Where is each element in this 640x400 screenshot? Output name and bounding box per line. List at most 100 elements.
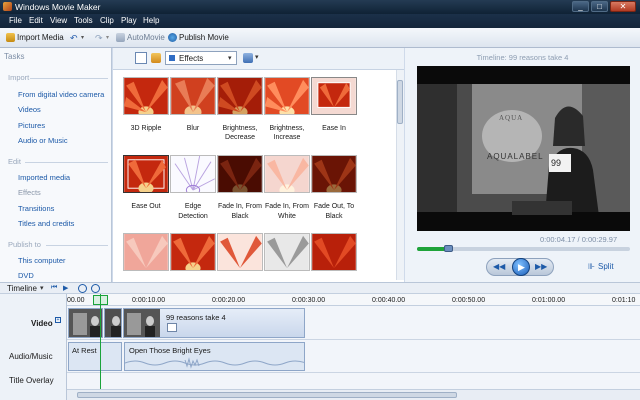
next-frame-icon[interactable]: ▶▶ bbox=[535, 262, 547, 271]
maximize-button[interactable]: □ bbox=[591, 1, 608, 12]
task-this-computer[interactable]: This computer bbox=[18, 256, 66, 265]
effect-thumb[interactable] bbox=[217, 233, 263, 271]
arrange-dropdown-icon[interactable]: ▾ bbox=[255, 53, 259, 61]
menu-file[interactable]: File bbox=[5, 14, 26, 28]
task-transitions[interactable]: Transitions bbox=[18, 204, 54, 213]
effect-thumb[interactable] bbox=[264, 233, 310, 271]
minimize-button[interactable]: _ bbox=[572, 1, 589, 12]
effect-thumb-fade-in-white[interactable] bbox=[264, 155, 310, 193]
zoom-out-icon[interactable] bbox=[91, 284, 100, 293]
split-button[interactable]: Split bbox=[598, 262, 614, 271]
effect-thumb-edge-detection[interactable] bbox=[170, 155, 216, 193]
ruler-tick: 0:00:10.00 bbox=[132, 297, 166, 304]
redo-icon[interactable]: ↷ bbox=[95, 33, 103, 43]
publish-movie-button[interactable]: Publish Movie bbox=[179, 33, 229, 43]
title-overlay-track[interactable] bbox=[67, 373, 640, 389]
undo-icon[interactable]: ↶ bbox=[70, 33, 78, 43]
task-effects[interactable]: Effects bbox=[18, 188, 41, 197]
toolbar: Import Media ↶ ▾ ↷ ▾ AutoMovie Publish M… bbox=[0, 28, 640, 48]
ruler-tick: 0:00:30.00 bbox=[292, 297, 326, 304]
task-from-camera[interactable]: From digital video camera bbox=[18, 90, 104, 99]
rewind-icon[interactable]: ⏮ bbox=[51, 284, 57, 292]
menu-view[interactable]: View bbox=[46, 14, 71, 28]
effect-thumb[interactable] bbox=[123, 233, 169, 271]
effect-thumb-3d-ripple[interactable] bbox=[123, 77, 169, 115]
effects-icon bbox=[169, 55, 175, 61]
zoom-in-icon[interactable] bbox=[78, 284, 87, 293]
chevron-down-icon: ▾ bbox=[228, 55, 232, 62]
play-timeline-icon[interactable]: ▶ bbox=[63, 284, 68, 292]
effect-thumb-ease-in[interactable] bbox=[311, 77, 357, 115]
video-preview: AQUA AQUALABEL 99 bbox=[417, 66, 630, 231]
task-audio-music[interactable]: Audio or Music bbox=[18, 136, 68, 145]
playhead[interactable] bbox=[100, 294, 101, 389]
collection-dropdown[interactable]: Effects ▾ bbox=[165, 51, 237, 65]
seek-handle[interactable] bbox=[444, 245, 453, 252]
audio-clip[interactable]: Open Those Bright Eyes bbox=[124, 342, 305, 371]
effect-thumb-fade-in-black[interactable] bbox=[217, 155, 263, 193]
dropdown-value: Effects bbox=[179, 54, 204, 63]
previous-frame-icon[interactable]: ◀◀ bbox=[493, 262, 505, 271]
view-thumbnails-icon[interactable] bbox=[135, 52, 147, 64]
effect-thumb[interactable] bbox=[170, 233, 216, 271]
task-imported-media[interactable]: Imported media bbox=[18, 173, 70, 182]
automovie-button[interactable]: AutoMovie bbox=[127, 33, 165, 43]
effects-scrollbar-thumb[interactable] bbox=[397, 80, 403, 124]
effect-thumb-brightness-decrease[interactable] bbox=[217, 77, 263, 115]
effect-label: Fade In, From bbox=[218, 203, 262, 210]
task-titles-credits[interactable]: Titles and credits bbox=[18, 219, 74, 228]
undo-dropdown-icon[interactable]: ▾ bbox=[81, 33, 84, 43]
app-icon bbox=[3, 2, 12, 11]
menu-help[interactable]: Help bbox=[139, 14, 163, 28]
menu-edit[interactable]: Edit bbox=[25, 14, 47, 28]
video-logo-text: AQUA bbox=[499, 114, 524, 122]
timeline-scrollbar-thumb[interactable] bbox=[77, 392, 457, 398]
effect-label: Black bbox=[231, 213, 249, 220]
tasks-header: Tasks bbox=[4, 52, 25, 61]
effect-label: Blur bbox=[186, 125, 200, 132]
preview-title: Timeline: 99 reasons take 4 bbox=[476, 53, 569, 62]
video-card-text: 99 bbox=[551, 158, 562, 168]
play-icon: ▶ bbox=[518, 262, 525, 272]
ruler-tick: 0:00:40.00 bbox=[372, 297, 406, 304]
section-import: Import bbox=[8, 73, 30, 82]
task-pictures[interactable]: Pictures bbox=[18, 121, 45, 130]
video-clip[interactable] bbox=[68, 308, 103, 338]
redo-dropdown-icon[interactable]: ▾ bbox=[106, 33, 109, 43]
effect-thumb-blur[interactable] bbox=[170, 77, 216, 115]
close-button[interactable]: ✕ bbox=[610, 1, 636, 12]
ruler-tick: 00.00 bbox=[67, 297, 85, 304]
audio-track-label: Audio/Music bbox=[9, 352, 53, 361]
video-logo-text: AQUALABEL bbox=[487, 152, 544, 161]
divider bbox=[46, 245, 108, 246]
effect-label: Brightness, bbox=[269, 125, 305, 132]
time-ruler[interactable]: 00.00 0:00:10.00 0:00:20.00 0:00:30.00 0… bbox=[67, 294, 640, 306]
chevron-down-icon[interactable]: ▾ bbox=[40, 284, 44, 292]
audio-clip[interactable]: At Rest bbox=[68, 342, 122, 371]
effect-thumb[interactable] bbox=[311, 233, 357, 271]
effect-thumb-ease-out[interactable] bbox=[123, 155, 169, 193]
menu-play[interactable]: Play bbox=[117, 14, 141, 28]
video-clip-main[interactable]: 99 reasons take 4 bbox=[123, 308, 305, 338]
title-bar: Windows Movie Maker _ □ ✕ bbox=[0, 0, 640, 14]
effect-label: Black bbox=[325, 213, 343, 220]
play-button[interactable]: ▶ bbox=[512, 258, 530, 276]
ruler-tick: 0:00:20.00 bbox=[212, 297, 246, 304]
menu-clip[interactable]: Clip bbox=[96, 14, 118, 28]
window-title: Windows Movie Maker bbox=[15, 2, 101, 12]
timeline-label[interactable]: Timeline bbox=[7, 284, 37, 293]
effect-thumb-fade-out-black[interactable] bbox=[311, 155, 357, 193]
effect-thumb-brightness-increase[interactable] bbox=[264, 77, 310, 115]
video-clip[interactable] bbox=[104, 308, 122, 338]
task-dvd[interactable]: DVD bbox=[18, 271, 34, 280]
clip-title: 99 reasons take 4 bbox=[166, 313, 226, 322]
task-videos[interactable]: Videos bbox=[18, 105, 41, 114]
arrange-icon[interactable] bbox=[243, 53, 253, 63]
import-media-button[interactable]: Import Media bbox=[17, 33, 64, 43]
ruler-tick: 0:00:50.00 bbox=[452, 297, 486, 304]
menu-tools[interactable]: Tools bbox=[70, 14, 97, 28]
timeline-scrollbar[interactable] bbox=[67, 389, 640, 400]
contents-icon[interactable] bbox=[151, 53, 161, 63]
title-overlay-track-label: Title Overlay bbox=[9, 376, 54, 385]
expand-icon[interactable]: + bbox=[55, 317, 61, 323]
